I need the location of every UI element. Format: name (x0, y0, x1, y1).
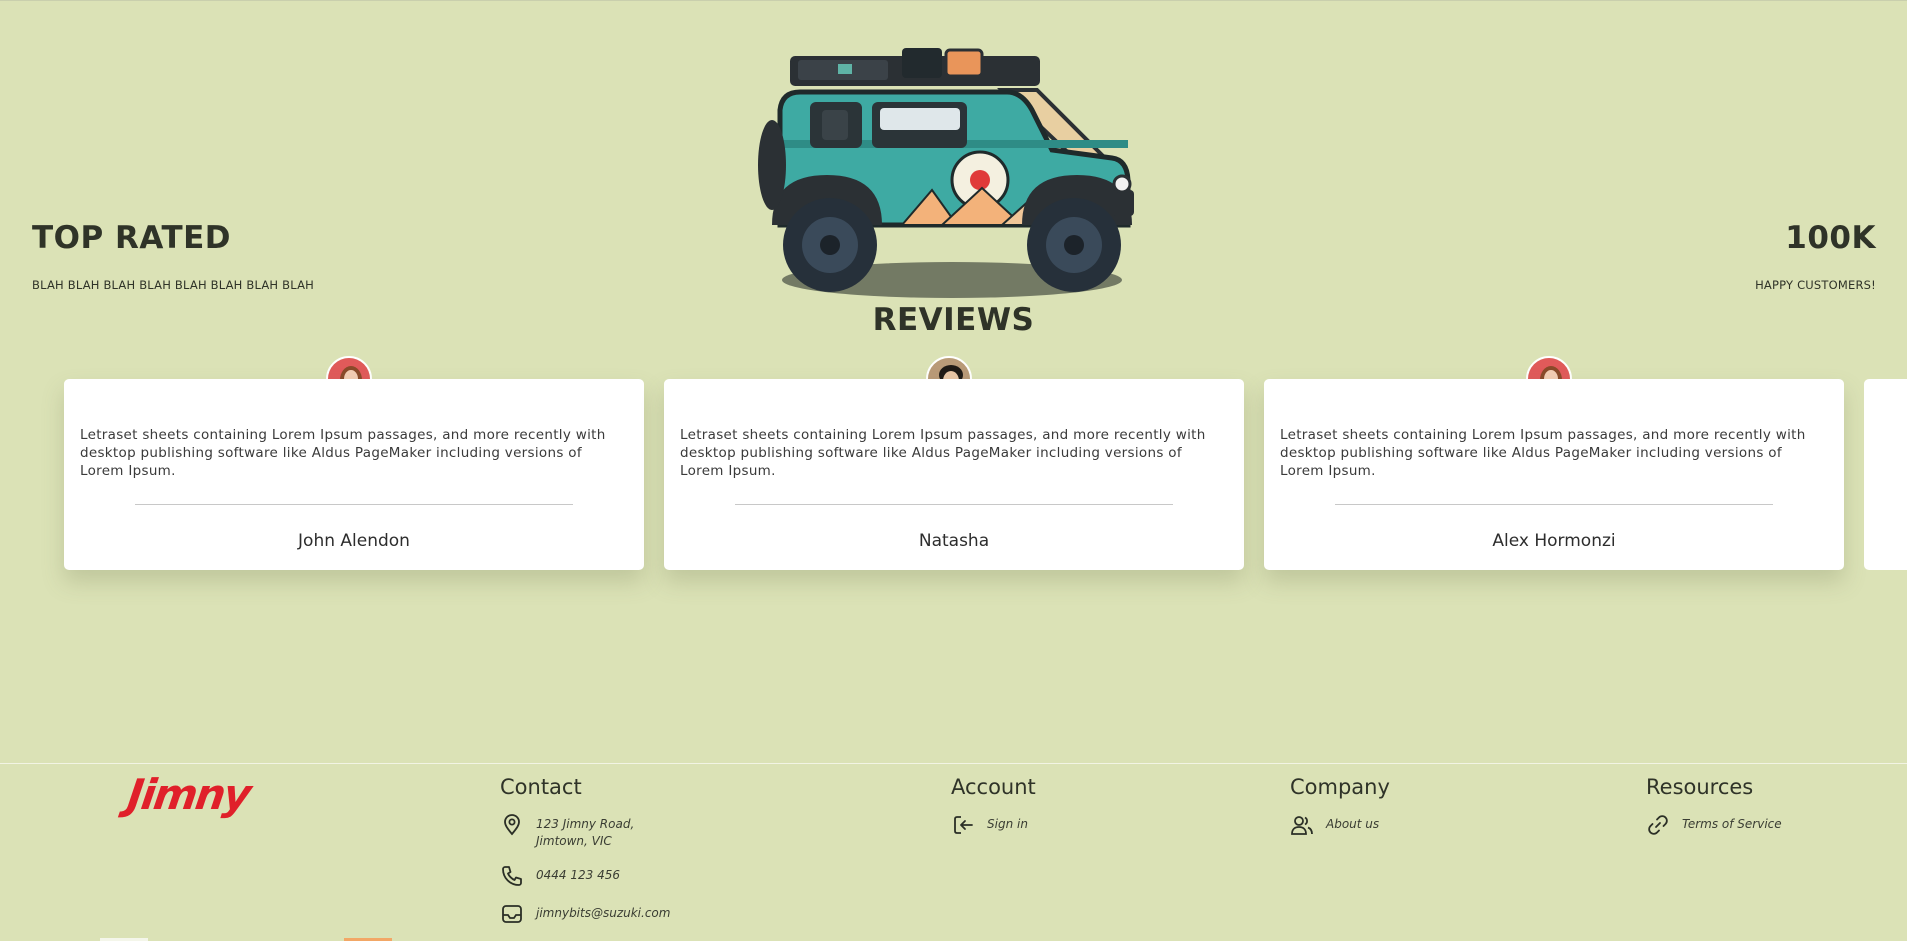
link-icon (1648, 815, 1668, 835)
terms-label[interactable]: Terms of Service (1682, 813, 1782, 833)
mail-icon (502, 905, 522, 923)
location-pin-icon (504, 814, 520, 836)
footer-account-column: Account Sign in (951, 775, 1036, 837)
review-text: Letraset sheets containing Lorem Ipsum p… (1280, 427, 1806, 479)
jimny-logo[interactable]: Jimny (125, 770, 253, 819)
contact-phone[interactable]: 0444 123 456 (500, 864, 686, 888)
review-text: Letraset sheets containing Lorem Ipsum p… (80, 427, 606, 479)
sign-in-link[interactable]: Sign in (951, 813, 1036, 837)
terms-link[interactable]: Terms of Service (1646, 813, 1782, 837)
reviewer-name: John Alendon (298, 531, 410, 551)
phone-text[interactable]: 0444 123 456 (536, 864, 620, 884)
contact-address: 123 Jimny Road, Jimtown, VIC (500, 813, 686, 850)
sign-in-icon (954, 816, 973, 834)
customers-label: HAPPY CUSTOMERS! (1755, 278, 1876, 292)
review-card: Letraset sheets containing Lorem Ipsum p… (1264, 379, 1844, 570)
customers-block: 100K HAPPY CUSTOMERS! (1755, 220, 1876, 292)
account-heading: Account (951, 775, 1036, 799)
resources-heading: Resources (1646, 775, 1754, 799)
contact-email[interactable]: jimnybits@suzuki.com (500, 902, 686, 926)
top-rated-title: TOP RATED (32, 220, 232, 256)
customers-count: 100K (1785, 220, 1876, 256)
users-icon (1291, 816, 1313, 835)
reviews-heading: REVIEWS (872, 302, 1035, 338)
review-card: Letraset sheets containing Lorem Ipsum p… (64, 379, 644, 570)
review-card: Letraset sheets containing Lorem Ipsum p… (664, 379, 1244, 570)
footer-company-column: Company About us (1290, 775, 1390, 837)
about-us-link[interactable]: About us (1290, 813, 1390, 837)
logo-text: Jimny (124, 770, 253, 819)
about-us-label[interactable]: About us (1326, 813, 1379, 833)
address-text: 123 Jimny Road, Jimtown, VIC (536, 817, 635, 848)
top-rated-block: TOP RATED BLAH BLAH BLAH BLAH BLAH BLAH … (32, 220, 314, 292)
next-review-card-peek[interactable] (1864, 379, 1907, 570)
reviewer-name: Natasha (918, 531, 990, 551)
review-text: Letraset sheets containing Lorem Ipsum p… (680, 427, 1206, 479)
company-heading: Company (1290, 775, 1390, 799)
review-divider (1335, 504, 1773, 505)
phone-icon (502, 866, 522, 886)
contact-heading: Contact (500, 775, 582, 799)
footer-contact-column: Contact 123 Jimny Road, Jimtown, VIC 044… (500, 775, 686, 926)
top-rated-subtitle: BLAH BLAH BLAH BLAH BLAH BLAH BLAH BLAH (32, 278, 314, 292)
review-divider (735, 504, 1173, 505)
footer-resources-column: Resources Terms of Service (1646, 775, 1782, 837)
footer-divider (0, 763, 1907, 764)
sign-in-label[interactable]: Sign in (987, 813, 1028, 833)
review-divider (135, 504, 573, 505)
jeep-illustration (758, 48, 1134, 298)
reviewer-name: Alex Hormonzi (1492, 531, 1616, 551)
email-link[interactable]: jimnybits@suzuki.com (536, 902, 670, 922)
top-border (0, 0, 1907, 1)
